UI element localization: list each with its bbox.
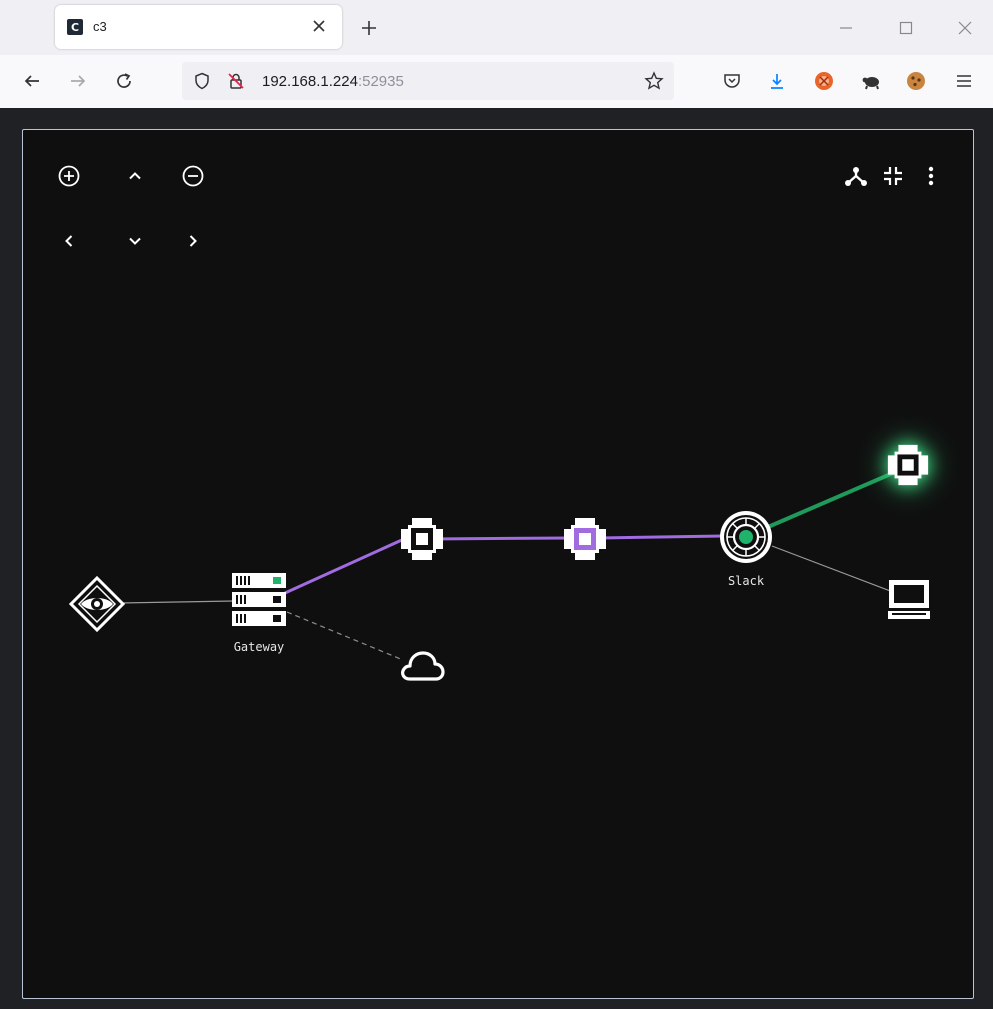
tab-favicon-icon: C (67, 19, 83, 35)
monitor-icon[interactable] (887, 579, 931, 621)
edge-slack-chip3 (767, 471, 894, 529)
browser-nav-bar: 192.168.1.224:52935 (0, 55, 993, 109)
extension-orange-icon[interactable] (810, 67, 838, 95)
new-tab-icon[interactable] (356, 15, 382, 41)
forward-icon[interactable] (64, 67, 92, 95)
edge-slack-monitor (771, 545, 894, 593)
minimize-icon[interactable] (833, 15, 859, 41)
menu-hamburger-icon[interactable] (950, 67, 978, 95)
tab-title: c3 (93, 19, 107, 34)
address-bar[interactable]: 192.168.1.224:52935 (182, 62, 674, 100)
url-port: :52935 (357, 73, 404, 90)
bookmark-star-icon[interactable] (644, 71, 664, 91)
pocket-icon[interactable] (718, 67, 746, 95)
url-text: 192.168.1.224:52935 (262, 73, 404, 90)
edge-chip2-slack (598, 534, 724, 540)
edge-eye-gateway (120, 600, 235, 604)
back-icon[interactable] (18, 67, 46, 95)
eye-diamond-icon[interactable] (69, 576, 125, 632)
reload-icon[interactable] (110, 67, 138, 95)
insecure-lock-icon[interactable] (226, 71, 246, 91)
graph-edges (120, 471, 894, 661)
shield-icon[interactable] (192, 71, 212, 91)
extension-cookie-icon[interactable] (902, 67, 930, 95)
graph-canvas[interactable]: Gateway Slack (22, 129, 974, 999)
edge-gateway-chip1 (284, 537, 405, 595)
edge-chip1-chip2 (427, 536, 570, 541)
slack-label: Slack (727, 574, 765, 588)
edge-gateway-cloud (286, 611, 404, 661)
chip-node-icon[interactable] (398, 515, 446, 563)
maximize-icon[interactable] (893, 15, 919, 41)
gateway-label: Gateway (233, 640, 285, 654)
target-node-icon[interactable] (717, 508, 775, 566)
chip-node-glow-icon[interactable] (885, 442, 931, 488)
window-close-icon[interactable] (952, 15, 978, 41)
tab-close-icon[interactable] (308, 15, 330, 37)
chip-node-purple-icon[interactable] (561, 515, 609, 563)
download-icon[interactable] (763, 67, 791, 95)
extension-turtle-icon[interactable] (858, 67, 886, 95)
browser-tab[interactable]: C c3 (55, 5, 342, 49)
cloud-icon[interactable] (399, 650, 445, 682)
server-rack-icon[interactable] (231, 572, 287, 630)
browser-tab-bar: C c3 (0, 0, 993, 55)
url-host: 192.168.1.224 (262, 73, 358, 90)
